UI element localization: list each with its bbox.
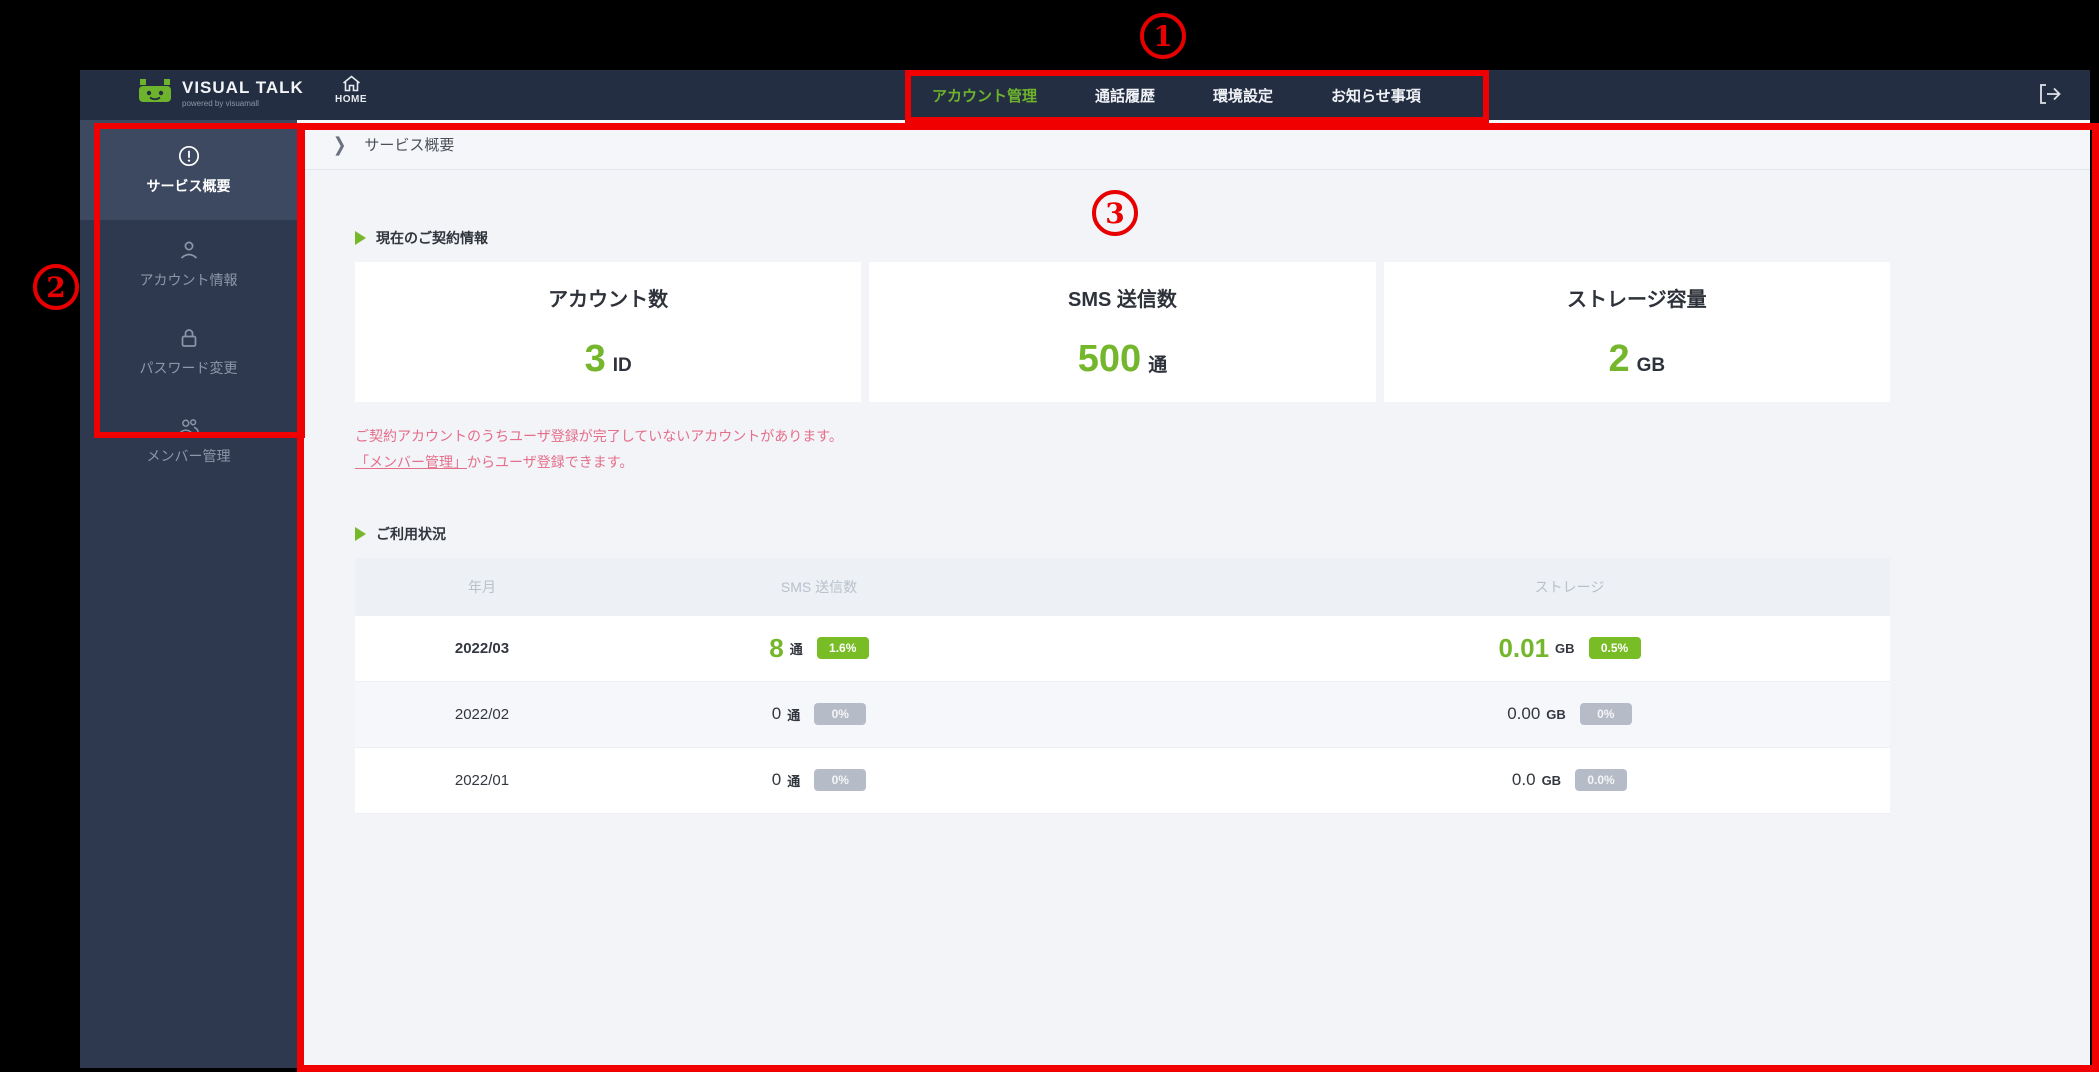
member-management-link[interactable]: 「メンバー管理」 xyxy=(355,454,467,470)
sidebar-item-service-overview[interactable]: サービス概要 xyxy=(80,120,297,220)
visual-talk-robot-icon xyxy=(139,79,171,102)
sms-percent-badge: 0% xyxy=(814,769,867,792)
row-storage-cell: 0.01 GB 0.5% xyxy=(1029,633,1890,664)
home-button[interactable]: HOME xyxy=(328,75,374,105)
top-bar: VISUAL TALK powered by visuamall HOME アカ… xyxy=(80,70,2090,120)
home-label: HOME xyxy=(335,94,367,105)
body-row: サービス概要 アカウント情報 パスワード変更 メンバー管理 ❯ サービス概要 現… xyxy=(80,120,2090,1068)
card-label: ストレージ容量 xyxy=(1567,289,1707,311)
sms-value: 8 xyxy=(769,632,784,663)
table-row: 2022/02 0 通 0% 0.00 GB 0% xyxy=(355,681,1890,748)
card-sms-count: SMS 送信数 500 通 xyxy=(869,262,1376,402)
header-sms: SMS 送信数 xyxy=(780,578,858,595)
lock-icon xyxy=(177,326,201,350)
row-sms-cell: 8 通 1.6% xyxy=(609,633,1029,664)
sidebar-item-member-management[interactable]: メンバー管理 xyxy=(80,396,297,484)
sidebar: サービス概要 アカウント情報 パスワード変更 メンバー管理 xyxy=(80,120,297,1068)
person-icon xyxy=(177,238,201,262)
top-nav: アカウント管理 通話履歴 環境設定 お知らせ事項 xyxy=(932,70,1421,120)
usage-section-header: ご利用状況 xyxy=(355,524,1890,544)
sidebar-item-label: パスワード変更 xyxy=(139,360,238,376)
contract-section-title: 現在のご契約情報 xyxy=(376,230,488,246)
sms-value: 0 xyxy=(771,704,782,724)
screenshot-stage: VISUAL TALK powered by visuamall HOME アカ… xyxy=(0,0,2099,1072)
sms-percent-badge: 0% xyxy=(814,703,867,726)
sidebar-item-account-info[interactable]: アカウント情報 xyxy=(80,220,297,308)
storage-percent-badge: 0.5% xyxy=(1588,637,1641,660)
nav-item-notices[interactable]: お知らせ事項 xyxy=(1331,85,1421,106)
logout-icon xyxy=(2040,84,2061,104)
card-unit: 通 xyxy=(1148,355,1168,376)
info-circle-icon xyxy=(177,144,201,168)
annotation-label-2: 2 xyxy=(33,264,79,310)
card-account-count: アカウント数 3 ID xyxy=(355,262,862,402)
header-storage: ストレージ xyxy=(1534,578,1605,595)
sidebar-item-label: サービス概要 xyxy=(146,178,231,194)
sms-unit: 通 xyxy=(787,773,801,789)
row-storage-cell: 0.0 GB 0.0% xyxy=(1029,769,1890,792)
card-unit: ID xyxy=(612,355,632,376)
nav-item-call-history[interactable]: 通話履歴 xyxy=(1095,85,1155,106)
storage-percent-badge: 0.0% xyxy=(1575,769,1628,792)
logo-title: VISUAL TALK xyxy=(182,78,304,97)
app-window: VISUAL TALK powered by visuamall HOME アカ… xyxy=(80,70,2090,1068)
sidebar-item-password-change[interactable]: パスワード変更 xyxy=(80,308,297,396)
nav-item-account-management[interactable]: アカウント管理 xyxy=(932,85,1037,106)
storage-value: 0.01 xyxy=(1498,632,1550,663)
logout-button[interactable] xyxy=(2038,83,2062,110)
triangle-marker-icon xyxy=(355,526,366,541)
row-storage-cell: 0.00 GB 0% xyxy=(1029,703,1890,726)
annotation-label-3: 3 xyxy=(1092,190,1138,236)
header-month: 年月 xyxy=(468,578,496,595)
sms-unit: 通 xyxy=(787,707,801,723)
sms-unit: 通 xyxy=(789,641,803,657)
warning-line-2-rest: からユーザ登録できます。 xyxy=(467,453,634,470)
logo[interactable]: VISUAL TALK powered by visuamall xyxy=(138,78,304,108)
warning-line-2: 「メンバー管理」からユーザ登録できます。 xyxy=(355,450,1890,476)
row-sms-cell: 0 通 0% xyxy=(609,769,1029,792)
card-label: SMS 送信数 xyxy=(1068,289,1177,311)
card-value: 500 xyxy=(1077,338,1142,380)
storage-unit: GB xyxy=(1555,640,1575,656)
home-icon xyxy=(342,75,360,92)
usage-table: 年月 SMS 送信数 ストレージ 2022/03 8 通 1.6% 0.01 G… xyxy=(355,557,1890,814)
sidebar-item-label: アカウント情報 xyxy=(139,272,238,288)
contract-cards: アカウント数 3 ID SMS 送信数 500 通 ストレージ容量 2 GB xyxy=(355,262,1890,402)
usage-section: ご利用状況 年月 SMS 送信数 ストレージ 2022/03 8 通 1.6% … xyxy=(355,524,1890,814)
main-area: ❯ サービス概要 現在のご契約情報 アカウント数 3 ID SMS 送信数 50… xyxy=(297,120,2090,1068)
table-row: 2022/03 8 通 1.6% 0.01 GB 0.5% xyxy=(355,615,1890,682)
card-value: 2 xyxy=(1608,338,1630,380)
warning-line-1: ご契約アカウントのうちユーザ登録が完了していないアカウントがあります。 xyxy=(355,428,843,444)
table-row: 2022/01 0 通 0% 0.0 GB 0.0% xyxy=(355,747,1890,814)
card-unit: GB xyxy=(1636,355,1666,376)
storage-value: 0.00 xyxy=(1507,704,1541,724)
storage-unit: GB xyxy=(1546,706,1566,722)
row-sms-cell: 0 通 0% xyxy=(609,703,1029,726)
storage-percent-badge: 0% xyxy=(1579,703,1632,726)
sms-percent-badge: 1.6% xyxy=(816,637,869,660)
chevron-right-icon: ❯ xyxy=(333,134,347,156)
card-label: アカウント数 xyxy=(548,289,669,311)
usage-section-title: ご利用状況 xyxy=(376,525,446,542)
row-month: 2022/03 xyxy=(454,639,510,657)
triangle-marker-icon xyxy=(355,231,366,245)
breadcrumb-title: サービス概要 xyxy=(364,137,455,154)
storage-value: 0.0 xyxy=(1511,770,1536,790)
annotation-label-1: 1 xyxy=(1140,13,1186,59)
row-month: 2022/02 xyxy=(454,705,510,723)
row-month: 2022/01 xyxy=(454,771,510,789)
registration-warning: ご契約アカウントのうちユーザ登録が完了していないアカウントがあります。 「メンバ… xyxy=(355,424,1890,476)
storage-unit: GB xyxy=(1541,772,1562,788)
people-icon xyxy=(177,414,201,438)
sms-value: 0 xyxy=(771,770,782,790)
content: 現在のご契約情報 アカウント数 3 ID SMS 送信数 500 通 ストレージ… xyxy=(297,170,2090,814)
sidebar-item-label: メンバー管理 xyxy=(146,448,231,464)
usage-table-header: 年月 SMS 送信数 ストレージ xyxy=(355,557,1890,616)
logo-subtitle: powered by visuamall xyxy=(182,99,259,108)
logo-text-block: VISUAL TALK powered by visuamall xyxy=(182,78,304,108)
breadcrumb: ❯ サービス概要 xyxy=(297,120,2090,170)
card-storage-capacity: ストレージ容量 2 GB xyxy=(1383,262,1890,402)
card-value: 3 xyxy=(584,338,606,380)
nav-item-settings[interactable]: 環境設定 xyxy=(1213,85,1273,106)
